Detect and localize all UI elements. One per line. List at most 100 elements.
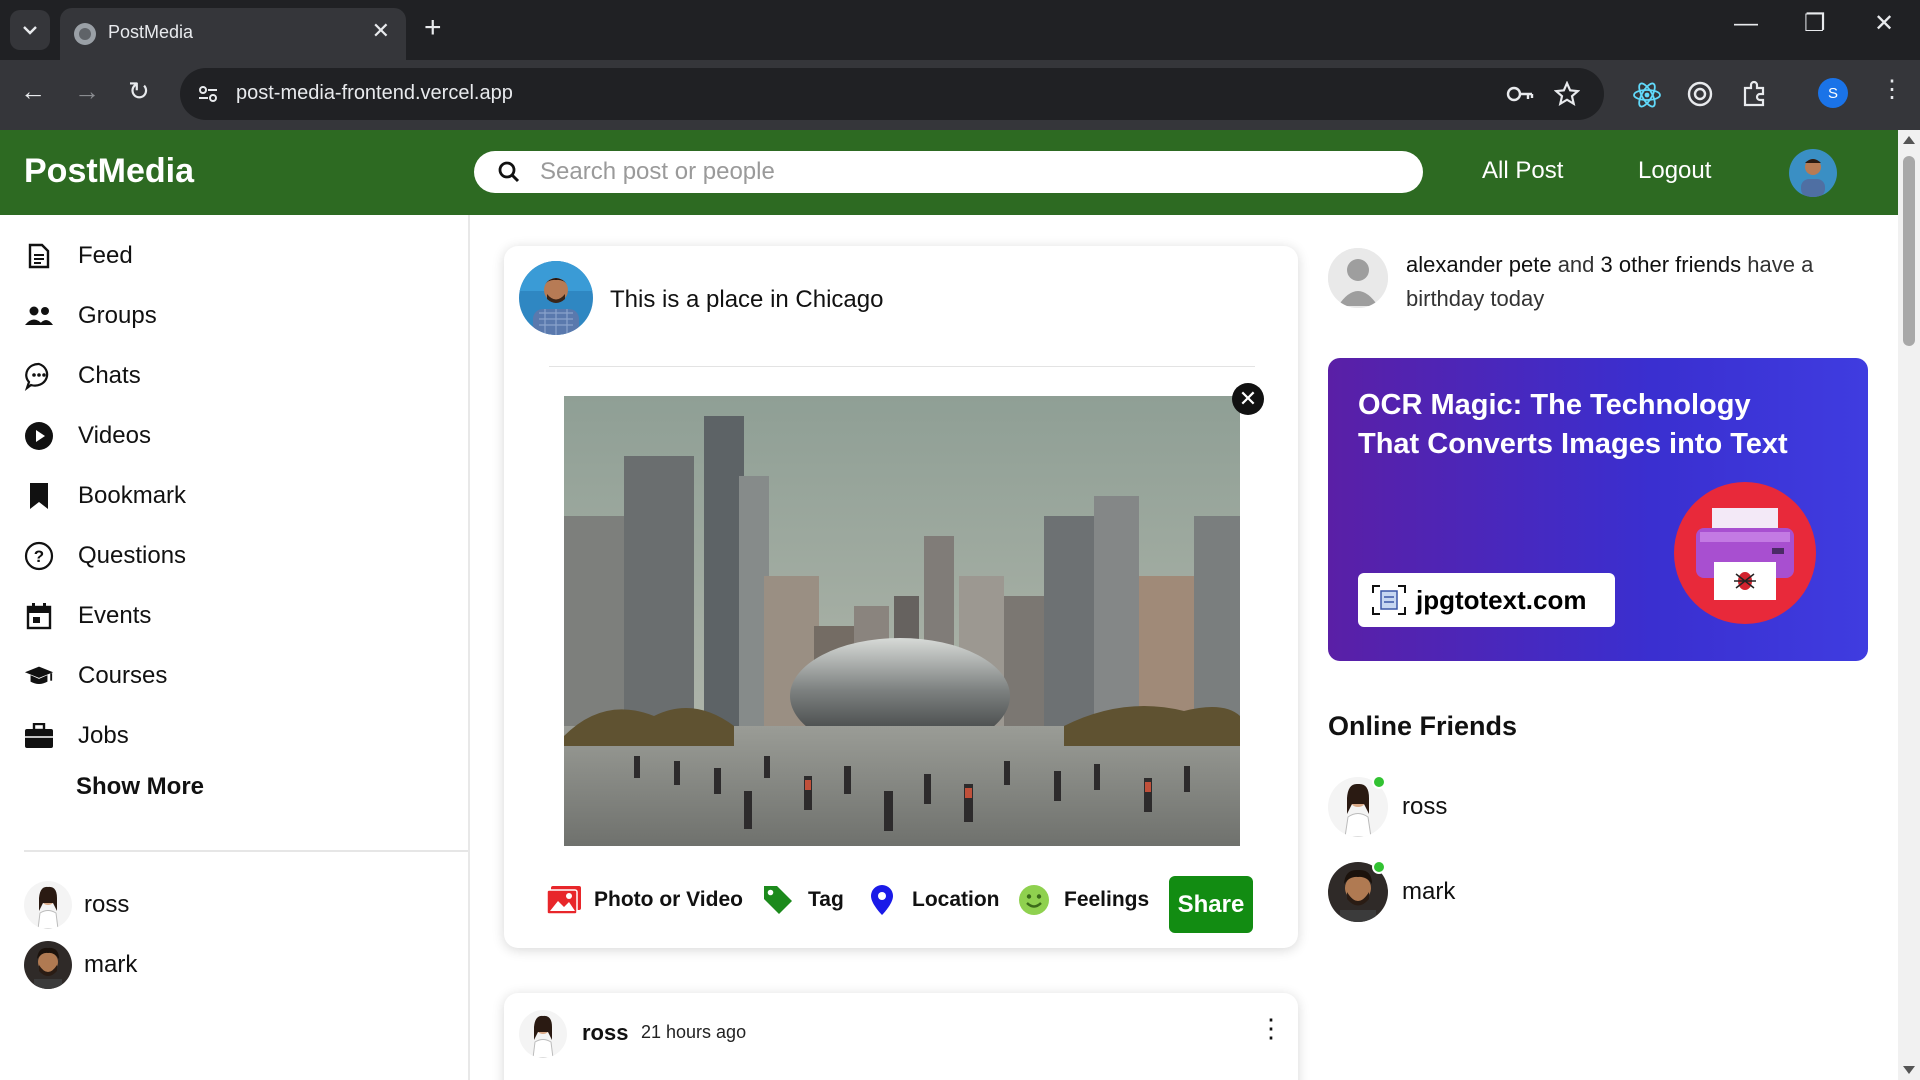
share-button[interactable]: Share [1169, 876, 1253, 933]
url-text: post-media-frontend.vercel.app [236, 82, 513, 104]
sidebar-item-label: Events [78, 602, 152, 629]
share-post-card: This is a place in Chicago ✕ Photo or Vi… [504, 246, 1298, 948]
avatar[interactable] [519, 1010, 567, 1058]
avatar [24, 881, 72, 929]
online-friend-ross[interactable]: ross [1328, 775, 1448, 837]
search-bar[interactable] [474, 151, 1423, 193]
globe-icon [74, 23, 96, 45]
location-option[interactable]: Location [864, 880, 1000, 920]
friend-name: mark [84, 951, 138, 978]
sidebar-friend-mark[interactable]: mark [24, 941, 137, 989]
groups-icon [24, 301, 54, 331]
online-status-dot [1372, 860, 1386, 874]
tag-icon [760, 882, 796, 918]
svg-text:?: ? [34, 547, 44, 566]
sidebar-item-label: Feed [78, 242, 133, 269]
sidebar-item-groups[interactable]: Groups [24, 296, 157, 336]
sidebar-item-label: Bookmark [78, 482, 187, 509]
sidebar-item-label: Questions [78, 542, 187, 569]
scroll-up-arrow[interactable] [1903, 136, 1915, 144]
chevron-down-icon [23, 26, 37, 35]
app-logo[interactable]: PostMedia [24, 152, 194, 191]
new-tab-button[interactable]: + [424, 13, 442, 43]
birthday-others[interactable]: 3 other friends [1601, 252, 1742, 277]
page-scrollbar[interactable] [1898, 130, 1920, 1080]
forward-button[interactable]: → [74, 78, 100, 104]
nav-logout-link[interactable]: Logout [1638, 157, 1711, 185]
online-status-dot [1372, 775, 1386, 789]
extension-target-icon[interactable] [1686, 80, 1714, 108]
sidebar-item-events[interactable]: Events [24, 596, 151, 636]
friend-name: ross [84, 891, 130, 918]
sidebar-item-label: Videos [78, 422, 151, 449]
search-input[interactable] [540, 157, 1400, 187]
minimize-button[interactable]: — [1734, 12, 1758, 36]
nav-all-post-link[interactable]: All Post [1482, 157, 1563, 185]
restore-button[interactable]: ❐ [1804, 12, 1826, 36]
sidebar-item-videos[interactable]: Videos [24, 416, 151, 456]
sidebar-divider [24, 850, 468, 852]
window-close-button[interactable]: ✕ [1874, 12, 1894, 36]
bookmark-star-icon[interactable] [1554, 81, 1580, 107]
site-settings-icon[interactable] [196, 82, 220, 106]
friend-name: ross [1402, 793, 1448, 820]
tab-close-icon[interactable]: ✕ [372, 20, 390, 42]
back-button[interactable]: ← [20, 78, 46, 104]
scan-document-icon [1372, 585, 1406, 615]
search-icon [498, 161, 520, 183]
address-bar[interactable]: post-media-frontend.vercel.app [180, 68, 1604, 120]
sidebar-item-questions[interactable]: ? Questions [24, 536, 186, 576]
show-more-button[interactable]: Show More [76, 773, 204, 801]
online-friend-mark[interactable]: mark [1328, 860, 1456, 922]
scroll-down-arrow[interactable] [1903, 1066, 1915, 1074]
online-friends-title: Online Friends [1328, 711, 1518, 741]
chats-icon [24, 361, 54, 391]
option-label: Tag [808, 888, 844, 911]
feelings-option[interactable]: Feelings [1016, 880, 1149, 920]
default-avatar [1328, 248, 1388, 308]
password-key-icon[interactable] [1506, 81, 1534, 107]
jobs-icon [24, 721, 54, 751]
sidebar-friend-ross[interactable]: ross [24, 881, 129, 929]
sidebar-item-feed[interactable]: Feed [24, 236, 133, 276]
share-image-preview [564, 396, 1240, 846]
ad-badge-text: jpgtotext.com [1416, 584, 1587, 615]
tag-option[interactable]: Tag [760, 880, 844, 920]
friend-name: mark [1402, 878, 1456, 905]
photo-or-video-option[interactable]: Photo or Video [546, 880, 743, 920]
browser-menu-icon[interactable]: ⋮ [1880, 78, 1904, 102]
option-label: Location [912, 888, 1000, 911]
sidebar-item-jobs[interactable]: Jobs [24, 716, 129, 756]
bookmark-icon [24, 481, 54, 511]
sidebar-item-label: Groups [78, 302, 157, 329]
post-username[interactable]: ross [582, 1020, 628, 1046]
sidebar-item-bookmark[interactable]: Bookmark [24, 476, 186, 516]
advertisement-banner[interactable]: OCR Magic: The Technology That Converts … [1328, 358, 1868, 661]
questions-icon: ? [24, 541, 54, 571]
scrollbar-thumb[interactable] [1903, 156, 1915, 346]
post-more-icon[interactable]: ⋮ [1258, 1015, 1284, 1041]
user-avatar[interactable] [1789, 149, 1837, 197]
ad-website-badge: jpgtotext.com [1358, 573, 1615, 627]
browser-tab[interactable]: PostMedia ✕ [60, 8, 406, 60]
feelings-icon [1016, 882, 1052, 918]
share-text[interactable]: This is a place in Chicago [610, 286, 883, 314]
remove-image-button[interactable]: ✕ [1232, 383, 1264, 415]
reload-button[interactable]: ↻ [128, 78, 150, 104]
tab-search-button[interactable] [10, 10, 50, 50]
printer-illustration [1674, 482, 1816, 624]
location-icon [864, 882, 900, 918]
react-devtools-icon[interactable] [1632, 80, 1662, 110]
ad-title: OCR Magic: The Technology That Converts … [1358, 389, 1788, 460]
browser-toolbar: ← → ↻ post-media-frontend.vercel.app S ⋮ [0, 60, 1920, 130]
sidebar-item-chats[interactable]: Chats [24, 356, 141, 396]
tab-title: PostMedia [108, 22, 194, 42]
sidebar-item-courses[interactable]: Courses [24, 656, 167, 696]
birthday-name[interactable]: alexander pete [1406, 252, 1552, 277]
birthday-text: alexander pete and 3 other friends have … [1406, 248, 1846, 316]
browser-tab-bar: PostMedia ✕ + — ❐ ✕ [0, 0, 1920, 60]
sidebar-item-label: Jobs [78, 722, 129, 749]
avatar [1328, 775, 1388, 837]
profile-avatar-button[interactable]: S [1818, 78, 1848, 108]
extensions-puzzle-icon[interactable] [1740, 80, 1768, 108]
